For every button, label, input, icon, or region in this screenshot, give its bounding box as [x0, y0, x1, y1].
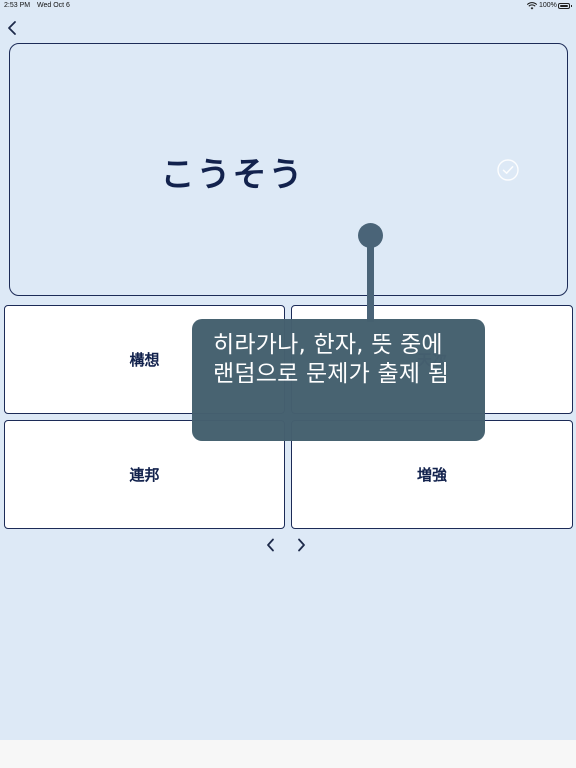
answer-option-label: 増強 [416, 466, 447, 484]
question-word: こうそう [160, 155, 305, 195]
chevron-right-icon [298, 538, 305, 552]
previous-button[interactable] [262, 536, 280, 554]
question-card: こうそう [9, 43, 568, 296]
back-button[interactable] [4, 19, 22, 37]
answer-option-label: 構想 [129, 351, 160, 369]
tooltip[interactable]: 히라가나, 한자, 뜻 중에 랜덤으로 문제가 출제 됨 [192, 319, 485, 441]
battery-icon [558, 3, 572, 9]
battery-percent: 100% [539, 2, 557, 9]
tooltip-text: 히라가나, 한자, 뜻 중에 랜덤으로 문제가 출제 됨 [213, 332, 450, 387]
chevron-left-icon [267, 538, 274, 552]
bottom-bar [0, 740, 576, 768]
wifi-icon [527, 2, 537, 10]
status-bar: 2:53 PM Wed Oct 6 100% [0, 0, 576, 12]
tooltip-pointer-dot [358, 223, 383, 248]
status-time: 2:53 PM [4, 2, 31, 9]
answer-option-label: 連邦 [129, 466, 160, 484]
next-button[interactable] [292, 536, 310, 554]
chevron-left-icon [8, 21, 16, 35]
check-circle-icon[interactable] [497, 159, 519, 181]
tooltip-pointer-line [367, 240, 374, 322]
status-date: Wed Oct 6 [37, 2, 70, 9]
